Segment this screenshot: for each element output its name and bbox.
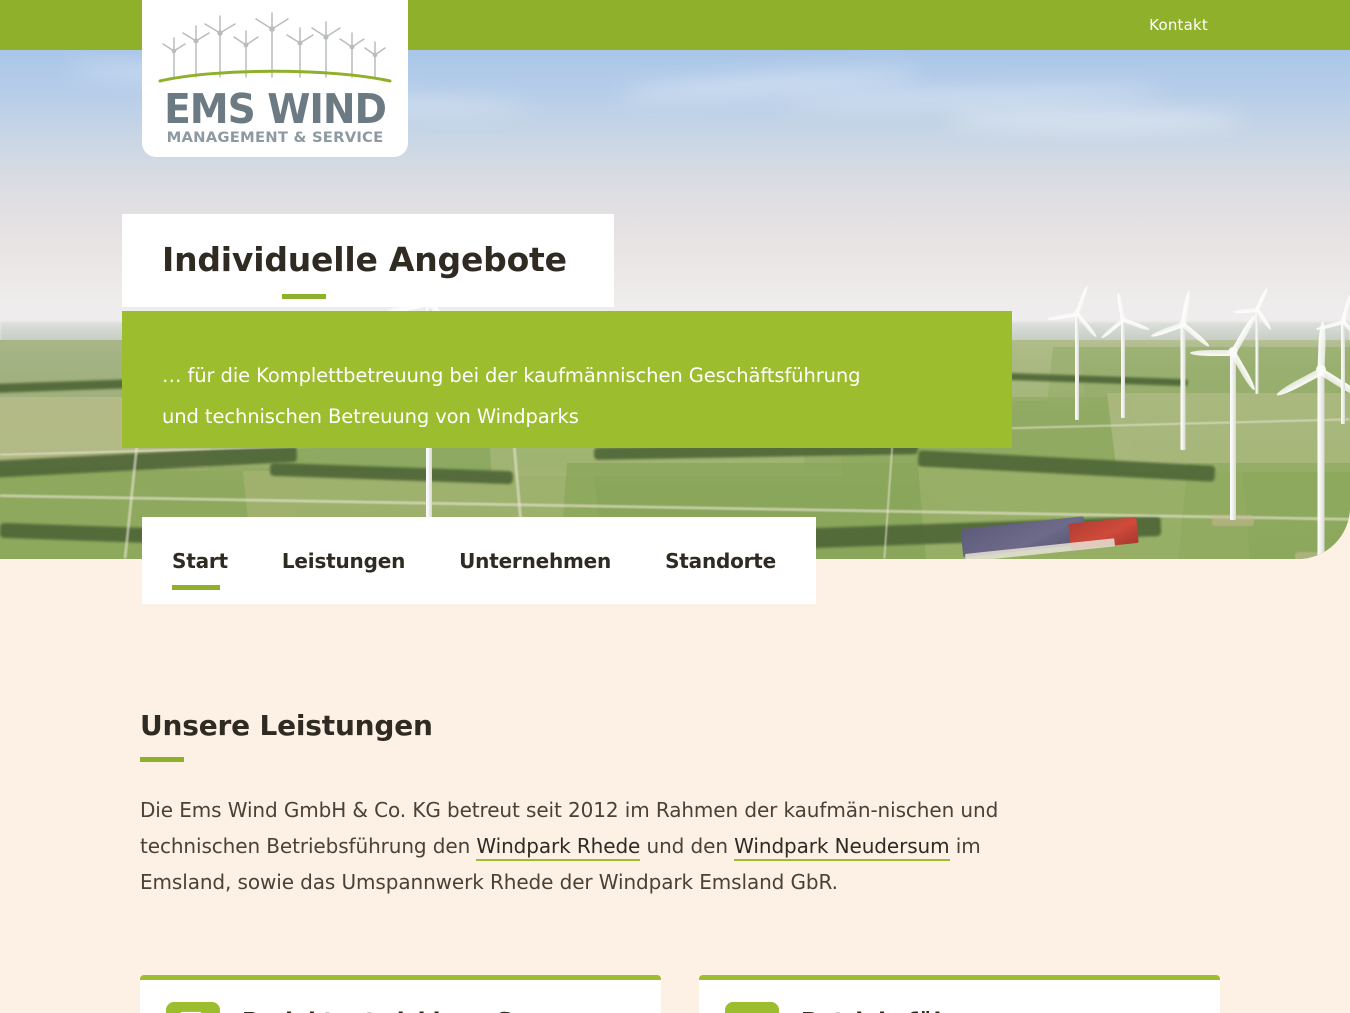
page-title: Unsere Leistungen xyxy=(140,709,433,742)
hero-subtitle-line-1: … für die Komplettbetreuung bei der kauf… xyxy=(162,364,861,387)
main-content: Unsere Leistungen Die Ems Wind GmbH & Co… xyxy=(0,604,1350,900)
logo-wordmark: EMS WIND xyxy=(164,84,387,133)
cloud-wisp xyxy=(945,110,1245,129)
hero-subtitle-line-2: und technischen Betreuung von Windparks xyxy=(162,405,579,428)
nav-item-standorte[interactable]: Standorte xyxy=(665,549,776,573)
service-cards: Projektentwicklung S Betriebsführung xyxy=(140,975,1220,1013)
hero-title: Individuelle Angebote xyxy=(162,240,567,279)
site-logo[interactable]: EMS WIND MANAGEMENT & SERVICE xyxy=(142,0,408,157)
wind-turbine xyxy=(1094,292,1152,418)
content-wrapper: Unsere Leistungen Die Ems Wind GmbH & Co… xyxy=(140,604,1218,900)
wind-turbine xyxy=(1148,290,1218,450)
logo-tagline: MANAGEMENT & SERVICE xyxy=(166,129,384,146)
wind-turbines-logo-icon xyxy=(158,11,392,82)
service-card-betriebsfuehrung[interactable]: Betriebsführung xyxy=(699,975,1220,1013)
intro-paragraph: Die Ems Wind GmbH & Co. KG betreut seit … xyxy=(140,792,1020,900)
paragraph-text-part-2: und den xyxy=(640,834,735,858)
service-card-projektentwicklung[interactable]: Projektentwicklung S xyxy=(140,975,661,1013)
hero-title-accent-rule xyxy=(282,294,326,299)
logo-inner: EMS WIND MANAGEMENT & SERVICE xyxy=(156,11,394,147)
wind-turbine xyxy=(1315,294,1350,424)
link-windpark-rhede[interactable]: Windpark Rhede xyxy=(476,834,640,861)
main-navigation: Start Leistungen Unternehmen Standorte xyxy=(142,517,816,604)
hero-title-box: Individuelle Angebote xyxy=(122,214,614,307)
nav-item-unternehmen[interactable]: Unternehmen xyxy=(459,549,643,573)
gear-card-icon xyxy=(725,1002,779,1013)
wind-turbine xyxy=(1232,287,1282,394)
hero-subtitle-box: … für die Komplettbetreuung bei der kauf… xyxy=(122,311,1012,448)
cloud-wisp xyxy=(782,83,1164,111)
document-card-icon xyxy=(166,1002,220,1013)
topbar-link-kontakt[interactable]: Kontakt xyxy=(1149,16,1208,34)
service-card-title: Projektentwicklung S xyxy=(242,1009,513,1013)
nav-item-start[interactable]: Start xyxy=(172,549,260,590)
top-bar-links: Kontakt xyxy=(1149,0,1350,50)
link-windpark-neudersum[interactable]: Windpark Neudersum xyxy=(734,834,950,861)
service-card-title: Betriebsführung xyxy=(801,1009,1009,1013)
nav-item-leistungen[interactable]: Leistungen xyxy=(282,549,437,573)
section-accent-rule xyxy=(140,757,184,762)
